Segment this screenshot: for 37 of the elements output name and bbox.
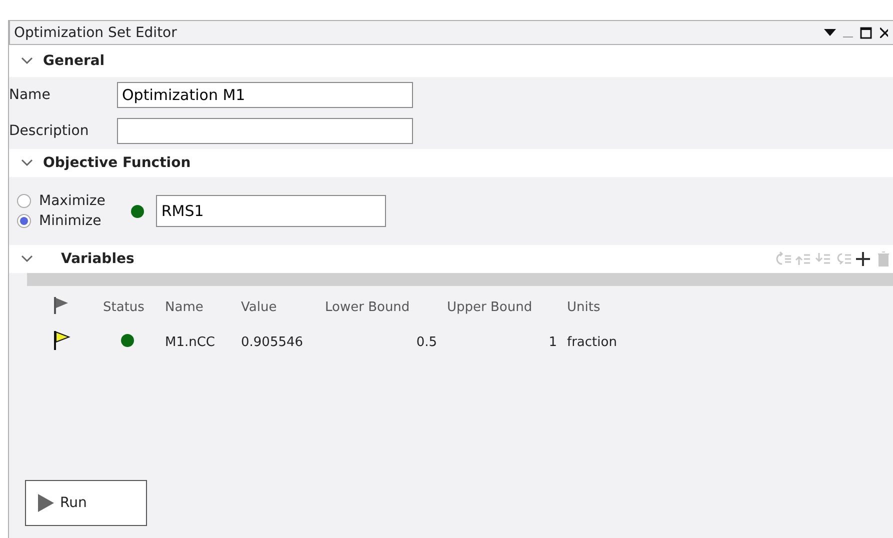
column-header[interactable]: Lower Bound: [325, 300, 447, 314]
status-dot: [131, 204, 144, 218]
plus-icon[interactable]: [855, 251, 871, 267]
flag-icon[interactable]: [53, 330, 71, 350]
status-dot: [121, 334, 134, 346]
radio-option[interactable]: Minimize: [17, 211, 106, 231]
column-header[interactable]: Units: [567, 300, 647, 314]
section-title: Objective Function: [43, 155, 191, 171]
table-cell-text: fraction: [567, 334, 618, 350]
maximize-icon[interactable]: [860, 26, 872, 38]
play-icon: [38, 494, 54, 512]
chevron-icon[interactable]: [21, 57, 33, 65]
field-label: Name: [9, 87, 52, 103]
text-field[interactable]: [117, 118, 413, 144]
field-label: Description: [9, 123, 90, 139]
column-header[interactable]: Status: [103, 300, 165, 314]
close-icon[interactable]: [880, 27, 888, 38]
column-header[interactable]: Name: [165, 300, 241, 314]
chevron-icon[interactable]: [21, 255, 33, 263]
table-cell-text: M1.nCC: [165, 334, 216, 350]
section-title: Variables: [61, 251, 134, 267]
table-cell-text: 0.5: [415, 334, 438, 350]
radio-icon[interactable]: [17, 194, 31, 208]
section-title: General: [43, 53, 105, 69]
window-title: Optimization Set Editor: [14, 24, 178, 40]
text-field[interactable]: Optimization M1: [117, 82, 413, 108]
flag-icon[interactable]: [53, 296, 69, 314]
column-header[interactable]: Value: [241, 300, 325, 314]
table-cell-text: 0.905546: [241, 334, 304, 350]
table-cell-text: 1: [548, 334, 558, 350]
run-button[interactable]: Run: [25, 480, 147, 526]
dropdown-icon[interactable]: [824, 28, 836, 36]
radio-icon[interactable]: [17, 214, 31, 228]
radio-option[interactable]: Maximize: [17, 191, 106, 211]
column-header[interactable]: Upper Bound: [447, 300, 567, 314]
function-field[interactable]: RMS1: [156, 195, 386, 227]
chevron-icon[interactable]: [21, 159, 33, 167]
